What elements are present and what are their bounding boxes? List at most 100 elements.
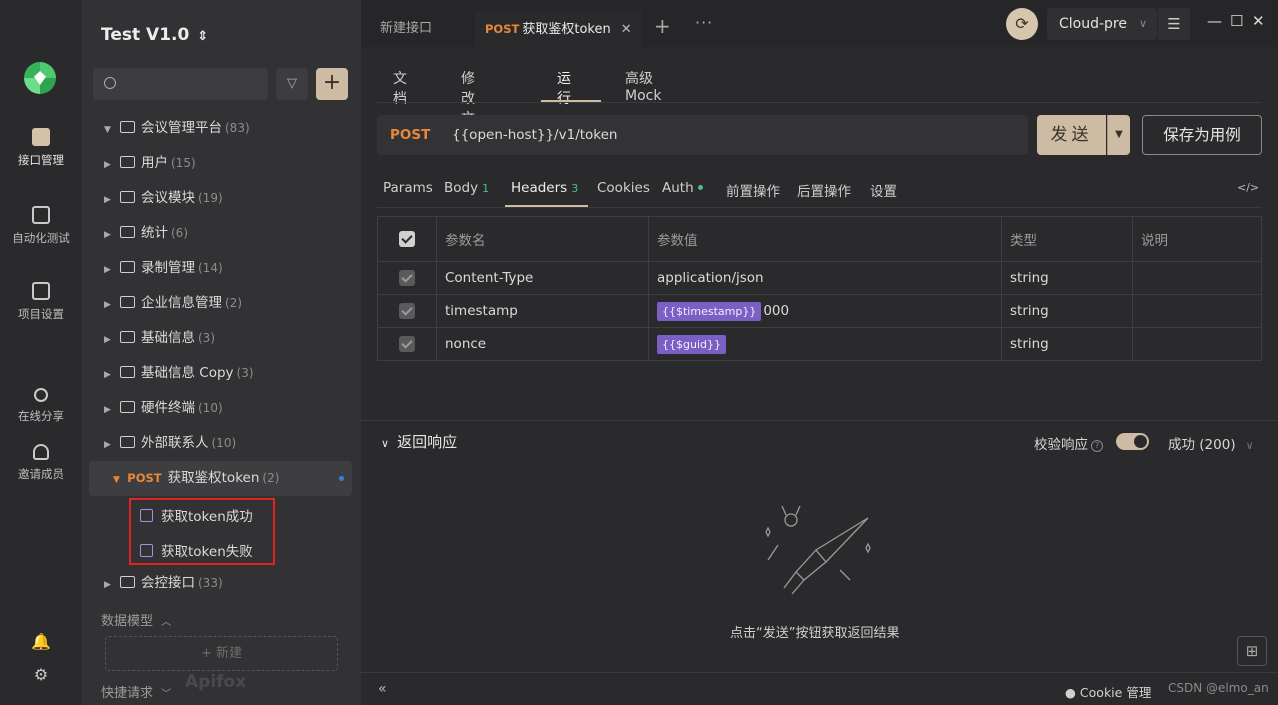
param-name-cell[interactable]: timestamp [436, 294, 649, 328]
url-input[interactable]: {{open-host}}/v1/token [452, 115, 618, 155]
param-count: 1 [482, 182, 490, 195]
layout-toggle-icon[interactable]: ⊞ [1237, 636, 1267, 666]
empty-response-text: 点击“发送”按钮获取返回结果 [730, 626, 900, 641]
help-icon[interactable]: ? [1091, 440, 1103, 452]
tree-count: (33) [198, 576, 223, 590]
column-header: 类型 [1001, 216, 1133, 262]
caret-down-icon: ▼ [113, 475, 120, 485]
tree-folder[interactable]: ▶ 外部联系人 (10) [82, 426, 361, 461]
rail-invite-member[interactable]: 邀请成员 [0, 444, 82, 482]
test-case-item[interactable]: 获取token失败 [140, 540, 253, 560]
sync-icon[interactable]: ⟳ [1006, 8, 1038, 40]
tab-params[interactable]: Params [383, 180, 433, 196]
tree-folder[interactable]: ▶ 录制管理 (14) [82, 251, 361, 286]
tab-label: 新建接口 [380, 21, 433, 36]
param-name-cell[interactable]: Content-Type [436, 261, 649, 295]
tab-auth[interactable]: Auth [662, 180, 703, 196]
chevron-down-icon: ∨ [1138, 17, 1147, 30]
tree-folder[interactable]: ▶ 统计 (6) [82, 216, 361, 251]
cookie-manager-button[interactable]: ● Cookie 管理 [1065, 682, 1151, 701]
save-as-case-button[interactable]: 保存为用例 [1142, 115, 1262, 155]
project-switcher[interactable]: Test V1.0 ⇕ [101, 25, 208, 45]
row-checkbox[interactable] [399, 336, 415, 352]
param-type-cell[interactable]: string [1001, 261, 1133, 295]
row-check-cell [377, 261, 437, 295]
close-window-icon[interactable]: ✕ [1252, 12, 1265, 30]
tree-endpoint-selected[interactable]: ▼ POST 获取鉴权token (2) [89, 461, 352, 496]
hamburger-menu-icon[interactable]: ☰ [1158, 8, 1190, 40]
tab-settings[interactable]: 设置 [870, 180, 897, 200]
maximize-icon[interactable]: ☐ [1230, 12, 1243, 30]
param-value-cell[interactable]: {{$guid}} [648, 327, 1002, 361]
tab-post-processors[interactable]: 后置操作 [797, 180, 851, 200]
tree-folder[interactable]: ▶ 基础信息 (3) [82, 321, 361, 356]
row-checkbox[interactable] [399, 270, 415, 286]
tab-pre-processors[interactable]: 前置操作 [726, 180, 780, 200]
filter-button[interactable]: ▽ [276, 68, 308, 100]
minimize-icon[interactable]: — [1207, 12, 1222, 30]
rail-automation-test[interactable]: 自动化测试 [0, 206, 82, 246]
subtab-mock[interactable]: 高级 Mock [625, 68, 661, 104]
rail-share[interactable]: 在线分享 [0, 388, 82, 424]
row-checkbox[interactable] [399, 303, 415, 319]
tab-cookies[interactable]: Cookies [597, 180, 650, 196]
tree-folder[interactable]: ▶ 用户 (15) [82, 146, 361, 181]
response-toggle[interactable]: ∨ 返回响应 [381, 431, 457, 452]
bell-icon[interactable]: 🔔 [0, 632, 82, 651]
rail-api-management[interactable]: 接口管理 [0, 128, 82, 168]
param-desc-cell[interactable] [1132, 294, 1262, 328]
test-case-item[interactable]: 获取token成功 [140, 505, 253, 525]
send-dropdown-button[interactable]: ▼ [1107, 115, 1130, 155]
divider [377, 207, 1262, 208]
tree-folder[interactable]: ▶ 硬件终端 (10) [82, 391, 361, 426]
param-type-cell[interactable]: string [1001, 327, 1133, 361]
save-label: 保存为用例 [1163, 126, 1241, 144]
rail-label: 项目设置 [18, 307, 64, 321]
environment-value: Cloud-pre [1059, 16, 1127, 32]
tree-folder[interactable]: ▶ 基础信息 Copy (3) [82, 356, 361, 391]
select-all-checkbox[interactable] [399, 231, 415, 247]
collapse-sidebar-icon[interactable]: « [378, 681, 387, 697]
new-tab-button[interactable]: + [654, 14, 671, 38]
column-header: 说明 [1132, 216, 1262, 262]
param-desc-cell[interactable] [1132, 261, 1262, 295]
environment-select[interactable]: Cloud-pre ∨ [1047, 8, 1157, 40]
param-desc-cell[interactable] [1132, 327, 1262, 361]
quick-request-section[interactable]: 快捷请求 ﹀ [101, 682, 171, 701]
chevron-up-icon: ︿ [161, 617, 172, 628]
param-value-cell[interactable]: {{$timestamp}} 000 [648, 294, 1002, 328]
method-select[interactable]: POST [390, 115, 430, 155]
url-bar[interactable]: POST {{open-host}}/v1/token [377, 115, 1028, 155]
code-icon[interactable]: </> [1237, 181, 1259, 194]
param-name-cell[interactable]: nonce [436, 327, 649, 361]
send-button[interactable]: 发送 [1037, 115, 1106, 155]
apifox-logo [24, 62, 56, 94]
param-type-cell[interactable]: string [1001, 294, 1133, 328]
tab-headers[interactable]: Headers 3 [511, 180, 578, 196]
tree-folder[interactable]: ▶ 会议模块 (19) [82, 181, 361, 216]
data-model-section[interactable]: 数据模型 ︿ [101, 610, 171, 629]
rail-project-settings[interactable]: 项目设置 [0, 282, 82, 322]
search-input[interactable] [93, 68, 268, 100]
add-button[interactable]: + [316, 68, 348, 100]
divider [377, 102, 1262, 103]
response-status-select[interactable]: 成功 (200) ∨ [1168, 433, 1254, 453]
tree-folder[interactable]: ▶ 会控接口 (33) [82, 566, 361, 601]
close-icon[interactable]: ✕ [621, 22, 632, 37]
new-model-button[interactable]: + 新建 [105, 636, 338, 671]
tree-folder[interactable]: ▶ 企业信息管理 (2) [82, 286, 361, 321]
tab-active-endpoint[interactable]: POST 获取鉴权token ✕ [475, 11, 642, 47]
param-tab-label: Auth [662, 180, 694, 196]
tree-label: 统计 [141, 225, 168, 241]
param-value-cell[interactable]: application/json [648, 261, 1002, 295]
cookie-label: Cookie 管理 [1079, 685, 1152, 700]
gear-icon[interactable]: ⚙ [0, 665, 82, 684]
tab-body[interactable]: Body 1 [444, 180, 489, 196]
tree-folder-root[interactable]: ▼ 会议管理平台 (83) [82, 111, 361, 146]
tab-new-endpoint[interactable]: 新建接口 [380, 11, 432, 47]
folder-icon [120, 261, 135, 273]
folder-icon [120, 191, 135, 203]
verify-response-toggle[interactable] [1116, 433, 1149, 450]
more-icon[interactable]: ··· [695, 13, 713, 32]
param-tab-label: 后置操作 [797, 184, 851, 200]
